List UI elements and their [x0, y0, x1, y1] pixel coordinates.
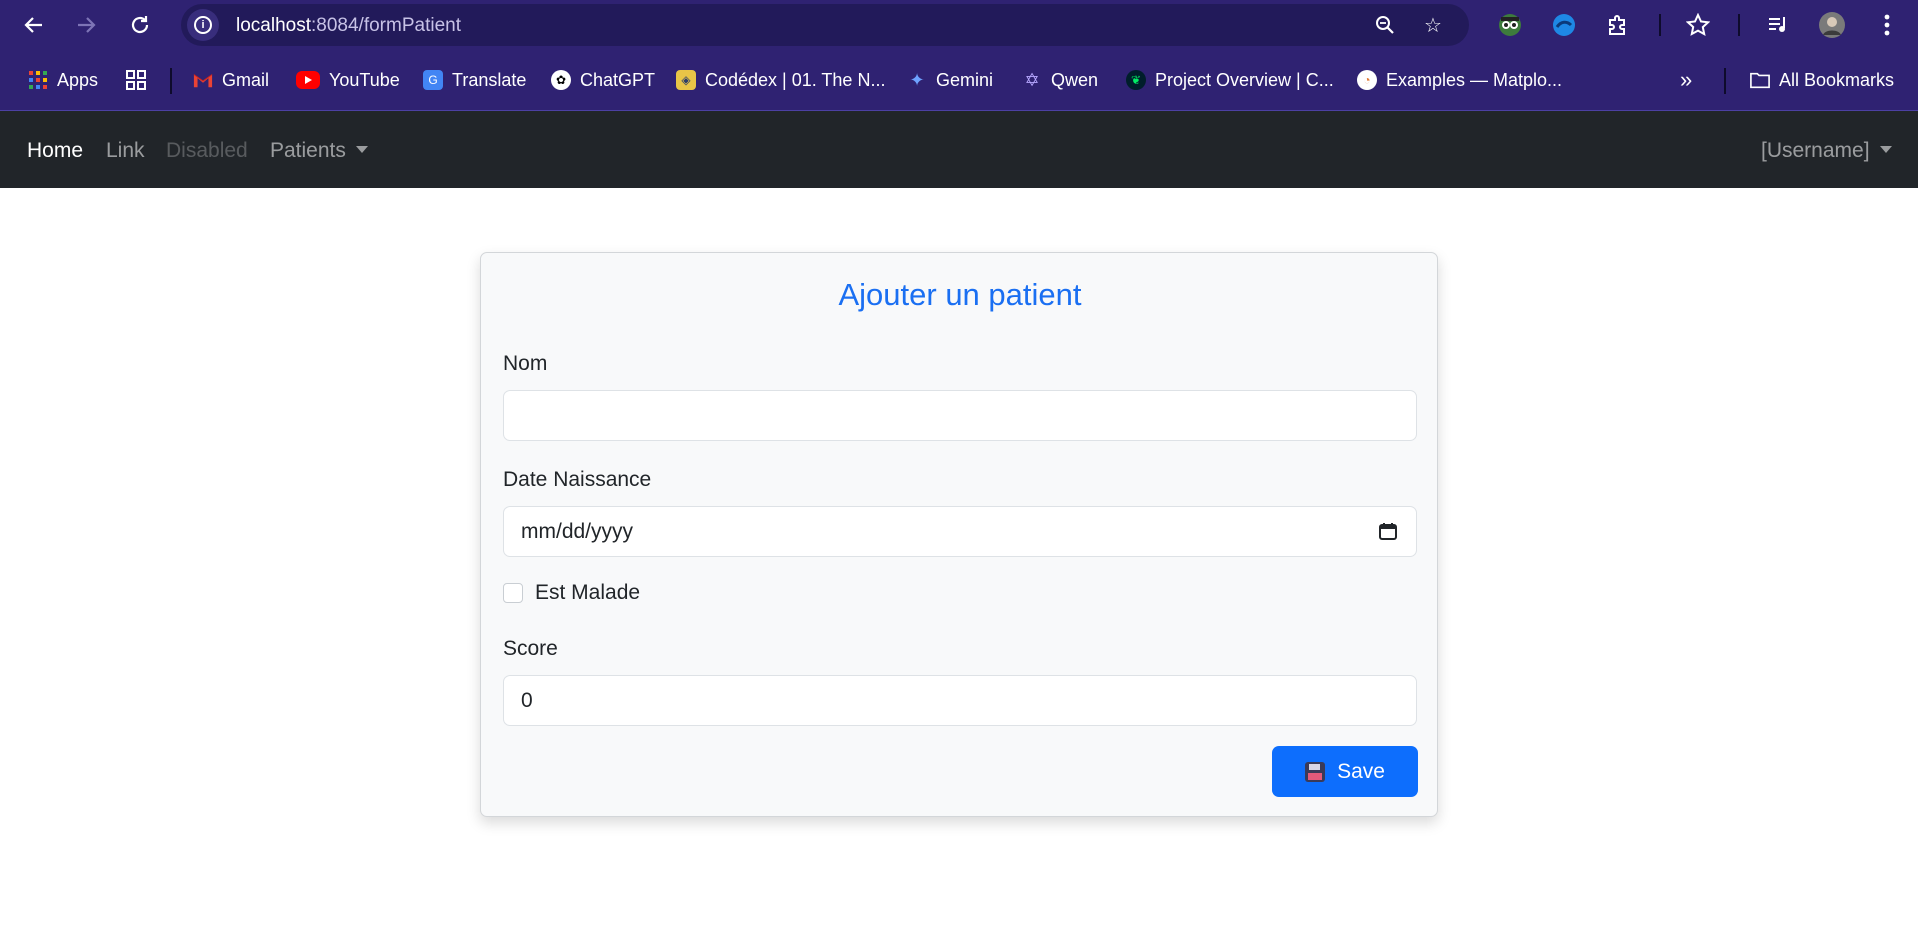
bookmark-label: Qwen — [1051, 69, 1099, 90]
tab-groups-icon[interactable] — [125, 67, 147, 93]
apps-grid-icon — [28, 70, 48, 90]
codedex-icon: ◈ — [676, 70, 696, 90]
bookmark-gemini[interactable]: ✦ Gemini — [907, 67, 993, 93]
nav-user-dropdown[interactable]: [Username] — [1761, 139, 1892, 163]
folder-icon — [1750, 70, 1770, 90]
save-label: Save — [1337, 759, 1385, 783]
bookmark-codedex[interactable]: ◈ Codédex | 01. The N... — [676, 67, 885, 93]
forward-arrow-icon[interactable] — [70, 9, 102, 41]
profile-avatar-icon[interactable] — [1818, 11, 1846, 39]
nav-username-label: [Username] — [1761, 139, 1870, 162]
est-malade-checkbox[interactable] — [503, 583, 523, 603]
chatgpt-icon: ✿ — [551, 70, 571, 90]
score-input[interactable]: 0 — [503, 675, 1417, 726]
score-label: Score — [503, 637, 558, 660]
matplotlib-icon: ◔ — [1357, 70, 1377, 90]
bookmark-matplotlib[interactable]: ◔ Examples — Matplo... — [1357, 67, 1562, 93]
media-queue-icon[interactable] — [1764, 11, 1792, 39]
date-placeholder: mm/dd/yyyy — [521, 520, 634, 543]
nav-link[interactable]: Link — [106, 139, 145, 163]
browser-toolbar: i localhost:8084/formPatient ☆ — [0, 0, 1918, 50]
translate-icon: G — [423, 70, 443, 90]
nav-home[interactable]: Home — [27, 139, 83, 163]
bookmark-translate[interactable]: G Translate — [423, 67, 526, 93]
bookmark-star-icon[interactable]: ☆ — [1421, 13, 1445, 37]
caret-down-icon — [1879, 146, 1892, 153]
bookmark-label: Gmail — [222, 69, 270, 90]
bookmark-label: Project Overview | C... — [1155, 69, 1334, 90]
bookmarks-bar: Apps Gmail YouTube G Translate ✿ ChatGPT… — [0, 50, 1918, 111]
bookmarks-divider — [1724, 68, 1726, 94]
bookmark-gmail[interactable]: Gmail — [193, 67, 269, 93]
toolbar-divider — [1659, 14, 1661, 36]
bookmark-label: Examples — Matplo... — [1386, 69, 1563, 90]
youtube-icon — [296, 71, 320, 89]
app-navbar: Home Link Disabled Patients [Username] — [0, 111, 1918, 188]
menu-kebab-icon[interactable] — [1873, 11, 1901, 39]
nom-input[interactable] — [503, 390, 1417, 441]
nav-patients-dropdown[interactable]: Patients — [270, 139, 368, 163]
reload-icon[interactable] — [124, 9, 156, 41]
gemini-sparkle-icon: ✦ — [909, 69, 925, 90]
bookmark-label: YouTube — [329, 69, 400, 90]
toolbar-divider — [1738, 14, 1740, 36]
all-bookmarks-label: All Bookmarks — [1779, 69, 1895, 90]
address-bar[interactable]: i localhost:8084/formPatient ☆ — [181, 4, 1469, 46]
form-title: Ajouter un patient — [838, 277, 1082, 312]
calendar-icon[interactable] — [1378, 521, 1398, 541]
est-malade-label[interactable]: Est Malade — [535, 581, 640, 605]
nav-patients-label: Patients — [270, 139, 346, 162]
extension-blue-icon[interactable] — [1550, 11, 1578, 39]
date-naissance-label: Date Naissance — [503, 468, 652, 491]
star-list-icon[interactable] — [1684, 11, 1712, 39]
bookmark-youtube[interactable]: YouTube — [296, 67, 400, 93]
mongodb-leaf-icon: ❦ — [1126, 70, 1146, 90]
caret-down-icon — [355, 146, 368, 153]
zoom-icon[interactable] — [1373, 13, 1397, 37]
bookmark-label: Gemini — [936, 69, 994, 90]
bookmark-project-overview[interactable]: ❦ Project Overview | C... — [1126, 67, 1334, 93]
bookmark-label: ChatGPT — [580, 69, 656, 90]
nom-label: Nom — [503, 352, 548, 375]
bookmark-chatgpt[interactable]: ✿ ChatGPT — [551, 67, 655, 93]
nav-disabled: Disabled — [166, 139, 248, 162]
site-info-icon[interactable]: i — [187, 9, 219, 41]
bookmark-apps[interactable]: Apps — [28, 67, 98, 93]
extensions-puzzle-icon[interactable] — [1604, 11, 1632, 39]
url-text[interactable]: localhost:8084/formPatient — [236, 15, 461, 37]
bookmark-qwen[interactable]: ✡ Qwen — [1022, 67, 1098, 93]
bookmark-label: Translate — [452, 69, 527, 90]
all-bookmarks[interactable]: All Bookmarks — [1750, 67, 1894, 93]
gmail-icon — [193, 70, 213, 90]
bookmarks-overflow-chevron-icon[interactable]: » — [1680, 67, 1692, 93]
date-naissance-input[interactable]: mm/dd/yyyy — [503, 506, 1417, 557]
bookmarks-divider — [170, 68, 172, 94]
back-arrow-icon[interactable] — [18, 9, 50, 41]
patient-form-card: Ajouter un patient Nom Date Naissance mm… — [480, 252, 1438, 817]
floppy-disk-icon — [1305, 761, 1326, 782]
save-button[interactable]: Save — [1272, 746, 1418, 797]
extension-spy-icon[interactable] — [1496, 11, 1524, 39]
bookmark-label: Apps — [57, 69, 99, 90]
bookmark-label: Codédex | 01. The N... — [705, 69, 886, 90]
qwen-icon: ✡ — [1024, 69, 1040, 90]
